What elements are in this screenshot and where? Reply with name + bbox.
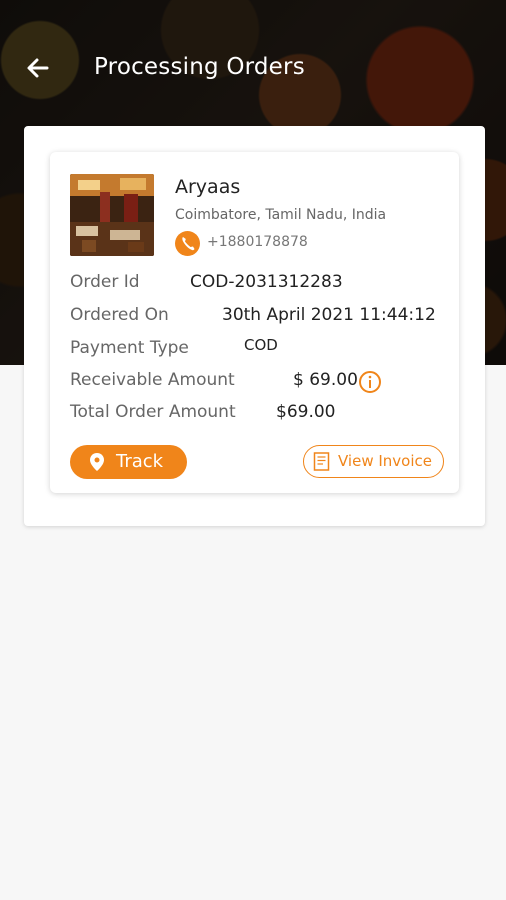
orders-panel: Aryaas Coimbatore, Tamil Nadu, India +18… [24,126,485,526]
payment-type-value: COD [244,336,278,354]
restaurant-name: Aryaas [175,176,241,198]
order-id-label: Order Id [70,272,140,292]
track-button-label: Track [116,451,164,472]
total-amount-value: $69.00 [276,402,336,422]
ordered-on-value: 30th April 2021 11:44:12 [222,305,436,325]
track-button[interactable]: Track [70,445,187,479]
total-amount-label: Total Order Amount [70,402,236,422]
restaurant-phone[interactable]: +1880178878 [207,234,308,250]
view-invoice-label: View Invoice [338,452,432,470]
receivable-amount-value: $ 69.00 [293,370,358,390]
payment-type-label: Payment Type [70,338,189,358]
receivable-amount-label: Receivable Amount [70,370,235,390]
page-title: Processing Orders [94,54,305,80]
restaurant-image [70,174,154,256]
restaurant-location: Coimbatore, Tamil Nadu, India [175,207,387,223]
back-arrow-icon[interactable] [20,50,56,86]
ordered-on-label: Ordered On [70,305,169,325]
info-icon[interactable] [358,370,382,394]
invoice-icon [313,452,330,471]
location-pin-icon [90,453,104,471]
order-card[interactable]: Aryaas Coimbatore, Tamil Nadu, India +18… [50,152,459,493]
order-id-value: COD-2031312283 [190,272,343,292]
phone-icon[interactable] [175,231,200,256]
view-invoice-button[interactable]: View Invoice [303,445,444,478]
